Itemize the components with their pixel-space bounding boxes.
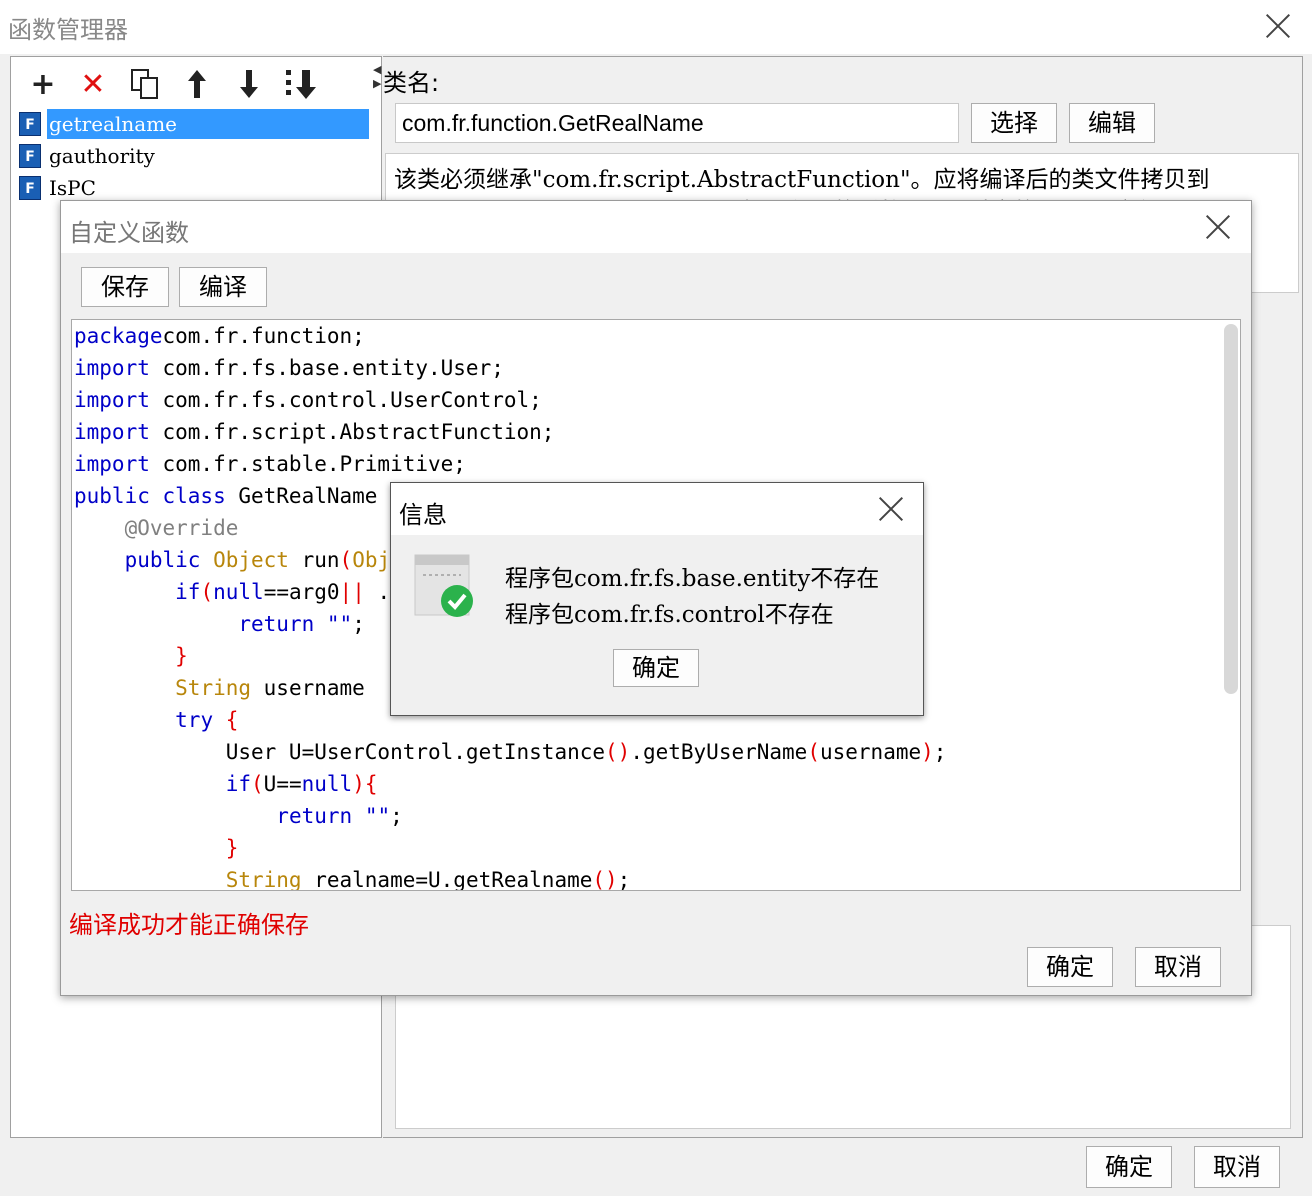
dialog-cancel-button[interactable]: 取消 (1135, 947, 1221, 987)
splitter-arrows-icon[interactable]: ◀ ▶ (373, 63, 381, 91)
info-dialog: 信息 程序包com.fr.fs.base.entity不存在 程序包com.fr… (390, 482, 924, 716)
code-line: @Override (124, 516, 239, 540)
function-file-icon: F (19, 112, 41, 136)
dialog-title-bar (61, 201, 1251, 253)
list-item-label: gauthority (49, 144, 155, 168)
code-line: } (175, 644, 188, 668)
list-item[interactable]: F IsPC (17, 173, 369, 203)
code-line: } (225, 836, 239, 860)
code-line: String realname=U.getRealname(); (225, 868, 631, 891)
function-file-icon: F (19, 176, 41, 200)
class-name-input[interactable]: com.fr.function.GetRealName (395, 103, 959, 143)
description-line-1: 该类必须继承"com.fr.script.AbstractFunction"。应… (394, 167, 1210, 193)
save-button[interactable]: 保存 (81, 267, 169, 307)
compile-button[interactable]: 编译 (179, 267, 267, 307)
window-title: 函数管理器 (8, 16, 128, 44)
info-message-line-2: 程序包com.fr.fs.control不存在 (505, 602, 834, 628)
close-icon[interactable] (877, 495, 905, 523)
move-down-icon[interactable] (229, 67, 269, 103)
code-line: if(U==null){ (225, 772, 378, 796)
copy-icon[interactable] (125, 67, 165, 103)
dialog-title: 自定义函数 (69, 219, 189, 247)
move-up-icon[interactable] (177, 67, 217, 103)
code-line: return ""; (238, 612, 365, 636)
code-line: import com.fr.fs.control.UserControl; (74, 388, 542, 412)
info-ok-button[interactable]: 确定 (613, 649, 699, 687)
list-item[interactable]: F getrealname (17, 109, 369, 139)
info-message-line-1: 程序包com.fr.fs.base.entity不存在 (505, 566, 880, 592)
main-cancel-button[interactable]: 取消 (1194, 1146, 1280, 1188)
select-button[interactable]: 选择 (971, 103, 1057, 143)
code-line: return ""; (276, 804, 403, 828)
class-name-label: 类名: (383, 69, 440, 97)
list-item[interactable]: F gauthority (17, 141, 369, 171)
code-line: try { (175, 708, 239, 732)
close-icon[interactable] (1204, 213, 1232, 241)
function-file-icon: F (19, 144, 41, 168)
dialog-ok-button[interactable]: 确定 (1027, 947, 1113, 987)
list-item-label: getrealname (47, 109, 369, 139)
code-line: import com.fr.script.AbstractFunction; (74, 420, 555, 444)
scrollbar[interactable] (1224, 324, 1238, 694)
code-line: User U=UserControl.getInstance().getByUs… (225, 740, 947, 764)
code-line: if(null==arg0|| ...){ (175, 580, 441, 604)
code-line: packagecom.fr.function; (74, 324, 365, 348)
main-title-bar (0, 0, 1312, 54)
code-line: import com.fr.stable.Primitive; (74, 452, 466, 476)
info-title: 信息 (399, 501, 447, 529)
close-icon[interactable] (1264, 12, 1292, 40)
compile-hint: 编译成功才能正确保存 (69, 911, 309, 939)
list-item-label: IsPC (49, 176, 96, 200)
code-line: import com.fr.fs.base.entity.User; (74, 356, 504, 380)
code-line: String username (175, 676, 365, 700)
delete-icon[interactable]: ✕ (73, 67, 113, 103)
main-ok-button[interactable]: 确定 (1086, 1146, 1172, 1188)
add-icon[interactable]: + (23, 67, 63, 103)
move-bottom-icon[interactable] (281, 67, 321, 103)
info-title-bar (391, 483, 923, 535)
edit-button[interactable]: 编辑 (1069, 103, 1155, 143)
success-icon (413, 553, 479, 621)
